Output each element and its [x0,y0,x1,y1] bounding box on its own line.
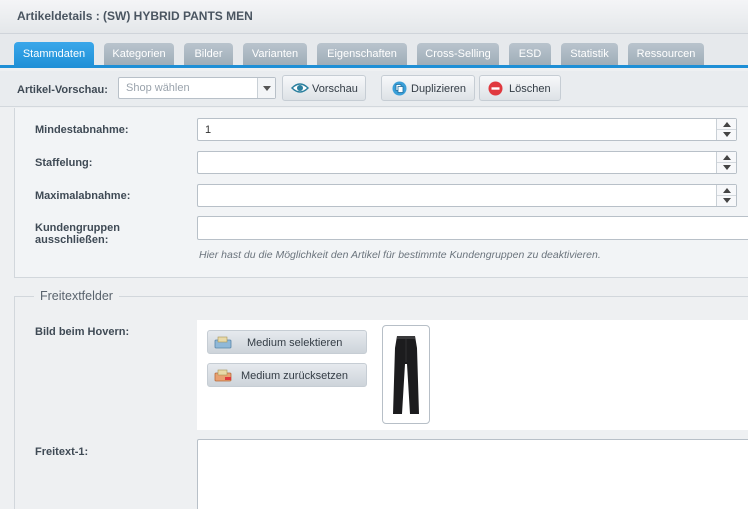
graduation-label: Staffelung: [35,157,93,169]
media-reset-button[interactable]: Medium zurücksetzen [207,363,367,387]
min-order-spinner[interactable] [716,119,736,140]
tab-bar: Stammdaten Kategorien Bilder Varianten E… [0,34,748,68]
duplicate-button-label: Duplizieren [411,83,467,95]
media-select-icon [214,336,232,349]
form-content: Mindestabnahme: 1 Staffelung: Maximalabn… [0,108,748,509]
graduation-field[interactable] [197,151,737,174]
freetext1-textarea[interactable] [197,439,748,509]
tab-stammdaten[interactable]: Stammdaten [14,42,94,68]
toolbar: Artikel-Vorschau: Shop wählen Vorschau D… [0,71,748,107]
spinner-up-icon[interactable] [723,155,731,160]
spinner-up-icon[interactable] [723,122,731,127]
exclude-groups-label-line1: Kundengruppen [35,222,120,234]
delete-icon [488,81,503,96]
exclude-groups-label-line2: ausschließen: [35,234,109,246]
shop-select[interactable]: Shop wählen [118,77,276,99]
spinner-down-icon[interactable] [723,132,731,137]
preview-button[interactable]: Vorschau [282,75,366,101]
duplicate-button[interactable]: Duplizieren [381,75,475,101]
article-details-window: Artikeldetails : (SW) HYBRID PANTS MEN S… [0,0,748,509]
tab-bilder[interactable]: Bilder [184,43,233,65]
freetext-fieldset-border [14,296,748,297]
shop-select-placeholder: Shop wählen [126,82,190,94]
chevron-down-icon[interactable] [257,78,275,98]
delete-button[interactable]: Löschen [479,75,561,101]
max-order-label: Maximalabnahme: [35,190,131,202]
tab-eigenschaften[interactable]: Eigenschaften [317,43,407,65]
window-titlebar: Artikeldetails : (SW) HYBRID PANTS MEN [0,0,748,34]
preview-button-label: Vorschau [312,83,358,95]
graduation-spinner[interactable] [716,152,736,173]
spinner-up-icon[interactable] [723,188,731,193]
min-order-label: Mindestabnahme: [35,124,129,136]
freetext1-label: Freitext-1: [35,446,89,458]
window-title: Artikeldetails : (SW) HYBRID PANTS MEN [17,9,253,23]
pants-image [393,336,419,414]
media-reset-icon [214,369,232,382]
tab-cross-selling[interactable]: Cross-Selling [417,43,499,65]
min-order-field[interactable]: 1 [197,118,737,141]
delete-button-label: Löschen [509,83,551,95]
media-reset-button-label: Medium zurücksetzen [241,370,348,382]
exclude-groups-field[interactable] [197,216,748,240]
tab-varianten[interactable]: Varianten [243,43,307,65]
media-select-button-label: Medium selektieren [247,337,343,349]
exclude-groups-hint: Hier hast du die Möglichkeit den Artikel… [199,249,601,261]
freetext-legend: Freitextfelder [34,289,119,303]
hover-image-thumbnail[interactable] [382,325,430,424]
hover-image-media-box: Medium selektieren Medium zurücksetzen [197,320,748,430]
duplicate-icon [392,81,407,96]
media-select-button[interactable]: Medium selektieren [207,330,367,354]
min-order-value: 1 [205,124,212,136]
max-order-spinner[interactable] [716,185,736,206]
spinner-down-icon[interactable] [723,198,731,203]
tab-ressourcen[interactable]: Ressourcen [628,43,704,65]
max-order-field[interactable] [197,184,737,207]
tab-esd[interactable]: ESD [509,43,551,65]
tab-statistik[interactable]: Statistik [561,43,618,65]
eye-icon [291,83,309,93]
hover-image-label: Bild beim Hovern: [35,326,130,338]
preview-label: Artikel-Vorschau: [17,84,108,96]
spinner-down-icon[interactable] [723,165,731,170]
tab-kategorien[interactable]: Kategorien [104,43,174,65]
